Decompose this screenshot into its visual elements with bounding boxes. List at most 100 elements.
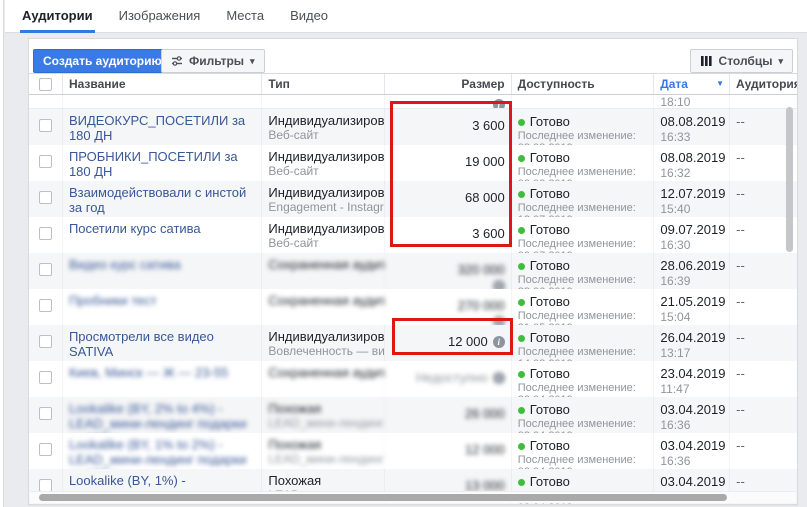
- header-type[interactable]: Тип: [262, 74, 385, 94]
- header-name[interactable]: Название: [63, 74, 263, 94]
- row-checkbox[interactable]: [38, 371, 52, 384]
- created-date: 23.04.2019: [660, 366, 726, 381]
- info-icon[interactable]: i: [492, 371, 505, 384]
- row-checkbox[interactable]: [38, 407, 52, 420]
- columns-icon: [700, 56, 712, 66]
- row-availability-cell: Готово Последнее изменение: 21.05.2019: [512, 289, 655, 325]
- status-note: Последнее изменение:: [517, 310, 636, 322]
- created-date: 28.06.2019: [660, 258, 726, 273]
- row-size-cell: 12 000 i i: [385, 433, 512, 469]
- audience-name-link[interactable]: Пробники тест: [69, 293, 157, 308]
- row-date-cell: 09.07.2019 16:30: [654, 217, 731, 253]
- row-type-cell: Индивидуализированная ... Веб-сайт: [262, 145, 386, 181]
- row-audience-cell: --: [730, 397, 797, 433]
- filters-button[interactable]: Фильтры ▾: [161, 49, 265, 73]
- info-icon[interactable]: i: [492, 335, 505, 348]
- row-size-cell: Недоступно i i: [385, 361, 512, 397]
- partial-row: i 18:10: [29, 95, 797, 109]
- row-checkbox-cell: [29, 361, 63, 397]
- row-checkbox[interactable]: [38, 263, 52, 276]
- row-checkbox[interactable]: [38, 335, 52, 348]
- row-name-cell: ВИДЕОКУРС_ПОСЕТИЛИ за 180 ДН: [63, 109, 263, 145]
- created-time: 16:32: [660, 166, 691, 180]
- audience-name-link[interactable]: Взаимодействовали с инстой за год: [69, 185, 255, 215]
- partial-row-time: 18:10: [654, 95, 731, 108]
- tab-places[interactable]: Места: [224, 0, 266, 33]
- audience-name-link[interactable]: Киев, Минск — Ж — 23-55: [69, 365, 228, 380]
- audience-size: Недоступно: [416, 370, 488, 385]
- status-label: Готово: [529, 150, 570, 165]
- tab-list: Аудитории Изображения Места Видео: [5, 0, 807, 33]
- status-label: Готово: [529, 402, 570, 417]
- audience-column-value: --: [736, 186, 745, 201]
- status-ready-icon: [517, 334, 525, 342]
- status-ready-icon: [517, 226, 525, 234]
- header-size[interactable]: Размер: [385, 74, 512, 94]
- row-checkbox-cell: [29, 325, 63, 361]
- table-body: i 18:10 ВИДЕОКУРС_ПОСЕТИЛИ за 180 ДН Инд…: [29, 95, 797, 504]
- audience-name-link[interactable]: ПРОБНИКИ_ПОСЕТИЛИ за 180 ДН: [69, 149, 255, 179]
- info-icon[interactable]: i: [492, 316, 505, 325]
- tab-audiences[interactable]: Аудитории: [20, 0, 95, 33]
- created-time: 16:30: [660, 238, 691, 252]
- audience-subtype: Веб-сайт: [268, 236, 319, 250]
- row-size-cell: 320 000 i i: [385, 253, 512, 289]
- audience-name-link[interactable]: Lookalike (BY, 1% to 2%) - LEAD_мини-лен…: [69, 437, 255, 469]
- header-audience[interactable]: Аудитория: [730, 74, 797, 94]
- audience-subtype: LEAD_мини-лендинг пробни...: [268, 416, 384, 430]
- row-checkbox[interactable]: [38, 227, 52, 240]
- horizontal-scrollbar[interactable]: [30, 491, 796, 503]
- audience-name-link[interactable]: Lookalike (BY, 2% to 4%) - LEAD_мини-лен…: [69, 401, 255, 433]
- filters-label: Фильтры: [189, 54, 245, 68]
- audience-name-link[interactable]: Посетили курс сатива: [69, 221, 201, 236]
- info-icon[interactable]: i: [492, 99, 505, 108]
- tab-images[interactable]: Изображения: [117, 0, 203, 33]
- create-audience-button[interactable]: Создать аудиторию ▾: [33, 49, 183, 73]
- audience-type: Индивидуализированная ...: [268, 113, 385, 128]
- header-date[interactable]: Дата ▼: [654, 74, 730, 94]
- header-availability[interactable]: Доступность: [512, 74, 655, 94]
- row-type-cell: Индивидуализированная ... Engagement - I…: [262, 181, 386, 217]
- filters-icon: [172, 56, 182, 66]
- status-label: Готово: [529, 186, 570, 201]
- row-checkbox[interactable]: [38, 155, 52, 168]
- table-row: Просмотрели все видео SATIVA Индивидуали…: [29, 325, 797, 361]
- horizontal-scrollbar-thumb[interactable]: [39, 494, 727, 501]
- created-date: 03.04.2019: [660, 402, 726, 417]
- tab-videos[interactable]: Видео: [288, 0, 330, 33]
- columns-button[interactable]: Столбцы ▾: [689, 49, 793, 73]
- status-note: Последнее изменение:: [517, 130, 636, 142]
- status-note: Последнее изменение:: [517, 382, 636, 394]
- row-type-cell: Индивидуализированная ... Вовлеченность …: [262, 325, 386, 361]
- audience-type: Похожая: [268, 473, 322, 488]
- row-size-cell: 26 000 i i: [385, 397, 512, 433]
- audience-name-link[interactable]: Просмотрели все видео SATIVA: [69, 329, 255, 359]
- toolbar: Создать аудиторию ▾ Фильтры ▾ Столбцы ▾: [29, 39, 797, 73]
- audience-size: 12 000: [464, 442, 505, 457]
- status-ready-icon: [517, 298, 525, 306]
- row-checkbox[interactable]: [38, 191, 52, 204]
- status-note: Последнее изменение:: [517, 346, 636, 358]
- row-checkbox[interactable]: [38, 443, 52, 456]
- row-checkbox[interactable]: [38, 119, 52, 132]
- audience-column-value: --: [736, 258, 745, 273]
- info-icon[interactable]: i: [492, 280, 505, 289]
- created-date: 26.04.2019: [660, 330, 726, 345]
- row-availability-cell: Готово Последнее изменение: 28.06.2019: [512, 253, 655, 289]
- select-all-checkbox[interactable]: [38, 77, 52, 91]
- audience-type: Сохраненная аудитория: [268, 365, 384, 380]
- row-audience-cell: --: [730, 325, 797, 361]
- row-name-cell: ПРОБНИКИ_ПОСЕТИЛИ за 180 ДН: [63, 145, 263, 181]
- row-checkbox[interactable]: [38, 299, 52, 312]
- audience-name-link[interactable]: ВИДЕОКУРС_ПОСЕТИЛИ за 180 ДН: [69, 113, 255, 143]
- audience-size: 3 600: [472, 226, 505, 241]
- row-type-cell: Похожая LEAD_мини-лендинг пробни...: [262, 397, 386, 433]
- audience-name-link[interactable]: Видео курс сатива: [69, 257, 181, 272]
- status-ready-icon: [517, 262, 525, 270]
- vertical-scrollbar-thumb[interactable]: [786, 107, 793, 252]
- created-time: 15:40: [660, 202, 691, 216]
- row-size-cell: 270 000 i i: [385, 289, 512, 325]
- audience-type: Индивидуализированная ...: [268, 329, 385, 344]
- row-checkbox-cell: [29, 397, 63, 433]
- status-ready-icon: [517, 118, 525, 126]
